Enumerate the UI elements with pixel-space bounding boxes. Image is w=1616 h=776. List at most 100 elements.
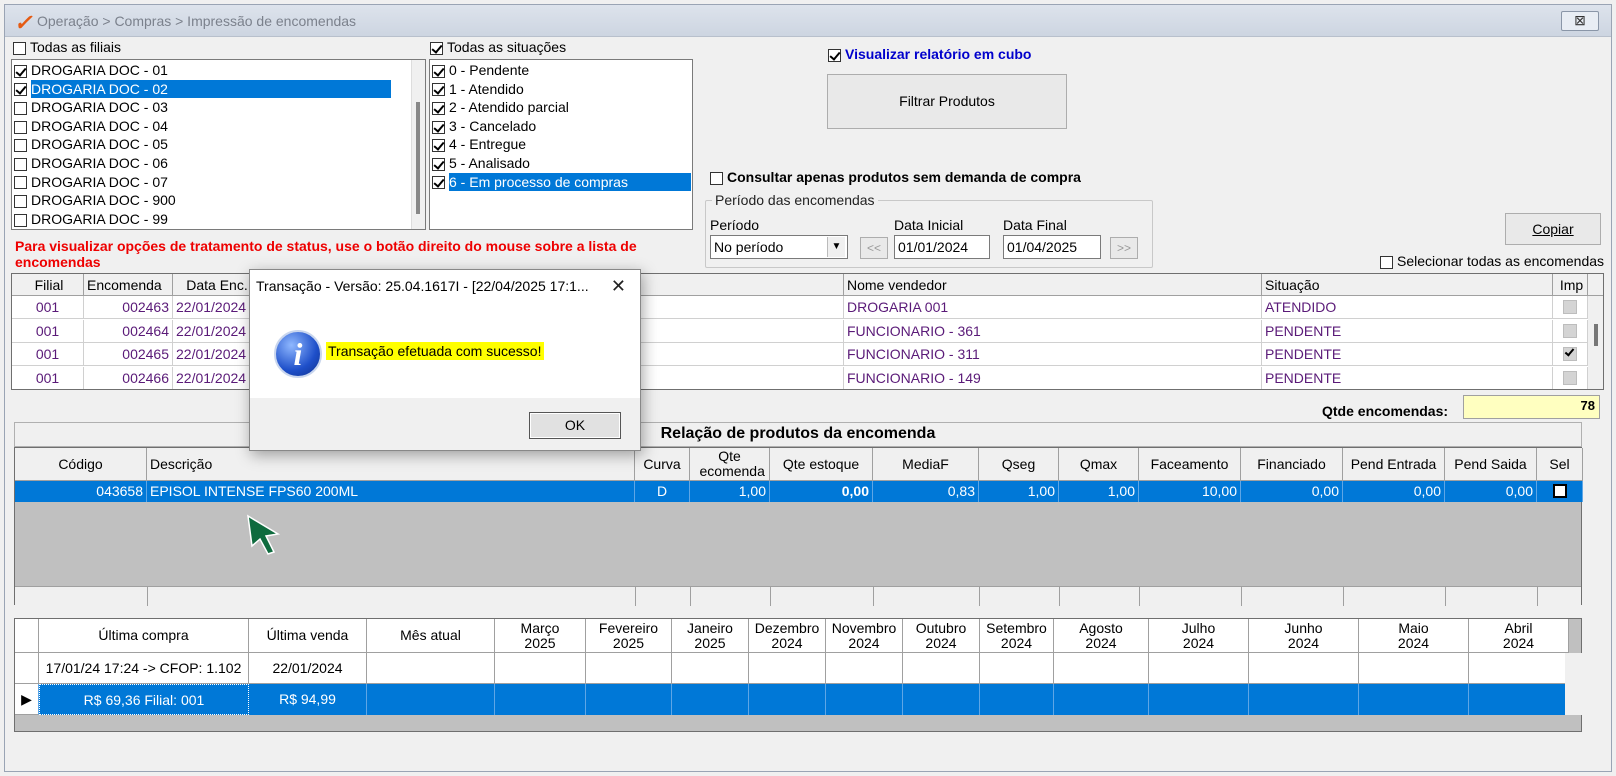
- produto-financiado[interactable]: 0,00: [1241, 481, 1343, 502]
- situacao-item[interactable]: 4 - Entregue: [430, 135, 692, 154]
- col-month[interactable]: Julho 2024: [1149, 619, 1249, 653]
- col-encomenda[interactable]: Encomenda: [84, 274, 173, 296]
- month-cell[interactable]: [1249, 653, 1359, 684]
- mes-atual-cell[interactable]: [367, 653, 495, 684]
- order-cell-situacao[interactable]: ATENDIDO: [1262, 296, 1553, 319]
- col-sel[interactable]: Sel: [1537, 448, 1583, 481]
- order-cell-vendedor[interactable]: FUNCIONARIO - 311: [844, 343, 1262, 366]
- month-cell[interactable]: [903, 653, 980, 684]
- col-month[interactable]: Março 2025: [495, 619, 586, 653]
- filiais-scrollbar[interactable]: [411, 60, 425, 229]
- ok-button[interactable]: OK: [529, 412, 621, 439]
- filial-item[interactable]: DROGARIA DOC - 99: [12, 210, 425, 229]
- month-cell[interactable]: [749, 653, 826, 684]
- month-value-cell[interactable]: [1149, 684, 1249, 715]
- col-month[interactable]: Agosto 2024: [1054, 619, 1149, 653]
- checkbox-icon[interactable]: [14, 213, 27, 227]
- order-cell-data[interactable]: 22/01/2024: [173, 343, 259, 366]
- col-month[interactable]: Outubro 2024: [903, 619, 980, 653]
- filial-item[interactable]: DROGARIA DOC - 07: [12, 173, 425, 192]
- filial-item[interactable]: DROGARIA DOC - 04: [12, 117, 425, 136]
- month-value-cell[interactable]: [495, 684, 586, 715]
- order-cell-encomenda[interactable]: 002465: [84, 343, 173, 366]
- produto-mediaf[interactable]: 0,83: [873, 481, 979, 502]
- col-qte-ecomenda[interactable]: Qte ecomenda: [690, 448, 770, 481]
- filial-item[interactable]: DROGARIA DOC - 02: [12, 79, 425, 99]
- col-ultima-venda[interactable]: Última venda: [249, 619, 367, 653]
- copiar-button[interactable]: Copiar: [1505, 213, 1601, 245]
- historico-scrollbar[interactable]: [1565, 653, 1582, 715]
- produto-curva[interactable]: D: [635, 481, 690, 502]
- checkbox-icon[interactable]: [432, 176, 445, 190]
- col-month[interactable]: Janeiro 2025: [672, 619, 749, 653]
- month-value-cell[interactable]: [980, 684, 1054, 715]
- filtrar-produtos-button[interactable]: Filtrar Produtos: [827, 74, 1067, 129]
- order-cell-situacao[interactable]: PENDENTE: [1262, 343, 1553, 366]
- ultima-compra-valor-cell[interactable]: R$ 69,36 Filial: 001: [39, 684, 249, 715]
- historico-grid[interactable]: Última compra Última venda Mês atual Mar…: [14, 618, 1582, 732]
- ultima-compra-cell[interactable]: 17/01/24 17:24 -> CFOP: 1.102: [39, 653, 249, 684]
- close-window-button[interactable]: ⊠: [1561, 11, 1599, 31]
- order-cell-filial[interactable]: 001: [12, 319, 84, 343]
- filial-item[interactable]: DROGARIA DOC - 01: [12, 61, 425, 80]
- col-qte-estoque[interactable]: Qte estoque: [770, 448, 873, 481]
- produto-qte-ecomenda[interactable]: 1,00: [690, 481, 770, 502]
- month-value-cell[interactable]: [672, 684, 749, 715]
- order-cell-filial[interactable]: 001: [12, 296, 84, 319]
- situacao-item[interactable]: 3 - Cancelado: [430, 117, 692, 136]
- col-codigo[interactable]: Código: [15, 448, 147, 481]
- order-cell-data[interactable]: 22/01/2024: [173, 296, 259, 319]
- col-descricao[interactable]: Descrição: [147, 448, 635, 481]
- scroll-thumb[interactable]: [1594, 324, 1598, 346]
- col-mes-atual[interactable]: Mês atual: [367, 619, 495, 653]
- imp-checkbox[interactable]: [1563, 300, 1577, 314]
- checkbox-icon[interactable]: [432, 64, 445, 78]
- checkbox-icon[interactable]: [14, 64, 27, 78]
- mes-atual-valor-cell[interactable]: [367, 684, 495, 715]
- checkbox-icon[interactable]: [432, 139, 445, 153]
- ultima-venda-cell[interactable]: 22/01/2024: [249, 653, 367, 684]
- dialog-close-icon[interactable]: ✕: [611, 276, 626, 297]
- col-ultima-compra[interactable]: Última compra: [39, 619, 249, 653]
- filial-item[interactable]: DROGARIA DOC - 05: [12, 135, 425, 154]
- filial-item[interactable]: DROGARIA DOC - 900: [12, 191, 425, 210]
- imp-checkbox[interactable]: [1563, 370, 1577, 385]
- periodo-next-button[interactable]: >>: [1110, 237, 1138, 259]
- ultima-venda-valor-cell[interactable]: R$ 94,99: [249, 684, 367, 715]
- data-inicial-input[interactable]: 01/01/2024: [894, 235, 990, 259]
- month-cell[interactable]: [826, 653, 903, 684]
- order-cell-imp[interactable]: [1553, 366, 1588, 389]
- col-situacao[interactable]: Situação: [1262, 274, 1553, 296]
- order-cell-filial[interactable]: 001: [12, 366, 84, 389]
- col-qseg[interactable]: Qseg: [979, 448, 1059, 481]
- col-data-enc[interactable]: Data Enc.: [173, 274, 259, 296]
- order-cell-vendedor[interactable]: FUNCIONARIO - 361: [844, 319, 1262, 343]
- month-cell[interactable]: [586, 653, 672, 684]
- todas-situacoes-checkbox[interactable]: Todas as situações: [430, 39, 566, 55]
- month-value-cell[interactable]: [903, 684, 980, 715]
- month-value-cell[interactable]: [1359, 684, 1469, 715]
- month-cell[interactable]: [980, 653, 1054, 684]
- order-cell-data[interactable]: 22/01/2024: [173, 319, 259, 343]
- col-mediaf[interactable]: MediaF: [873, 448, 979, 481]
- data-final-input[interactable]: 01/04/2025: [1003, 235, 1101, 259]
- month-cell[interactable]: [495, 653, 586, 684]
- imp-checkbox[interactable]: [1563, 346, 1577, 361]
- checkbox-icon[interactable]: [14, 83, 27, 97]
- month-value-cell[interactable]: [749, 684, 826, 715]
- todas-filiais-checkbox[interactable]: Todas as filiais: [13, 39, 121, 55]
- order-cell-filial[interactable]: 001: [12, 343, 84, 366]
- col-month[interactable]: Fevereiro 2025: [586, 619, 672, 653]
- col-month[interactable]: Abril 2024: [1469, 619, 1569, 653]
- col-imp[interactable]: Imp: [1553, 274, 1588, 296]
- checkbox-icon[interactable]: [14, 194, 27, 208]
- situacao-item[interactable]: 1 - Atendido: [430, 80, 692, 99]
- filial-item[interactable]: DROGARIA DOC - 03: [12, 98, 425, 117]
- month-cell[interactable]: [1359, 653, 1469, 684]
- checkbox-icon[interactable]: [432, 83, 445, 97]
- month-value-cell[interactable]: [586, 684, 672, 715]
- month-value-cell[interactable]: [1054, 684, 1149, 715]
- checkbox-icon[interactable]: [432, 157, 445, 171]
- scroll-thumb[interactable]: [416, 102, 420, 214]
- produto-qseg[interactable]: 1,00: [979, 481, 1059, 502]
